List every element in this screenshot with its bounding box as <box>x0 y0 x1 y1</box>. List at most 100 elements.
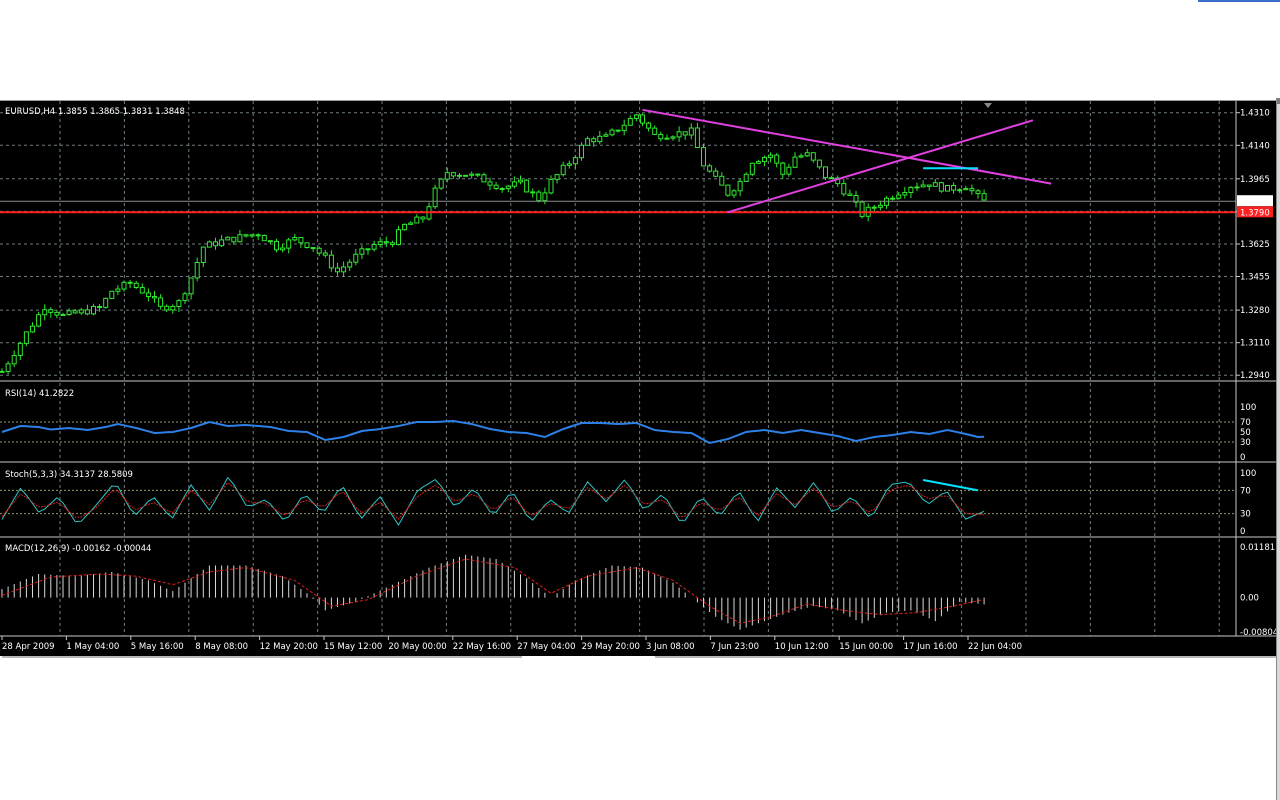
candle-body <box>768 154 774 158</box>
candle-body <box>438 178 444 189</box>
candle-body <box>109 290 115 299</box>
candle-body <box>200 246 206 264</box>
candle-body <box>707 165 713 172</box>
candle-body <box>261 235 267 242</box>
price-pane[interactable] <box>0 108 1236 375</box>
candle-body <box>786 166 792 175</box>
candle-body <box>170 306 176 311</box>
time-tick-label: 1 May 04:00 <box>66 642 119 652</box>
candle-body <box>859 201 865 217</box>
vertical-scrollbar[interactable] <box>1276 98 1280 800</box>
candle-body <box>572 157 578 165</box>
shift-marker-icon[interactable] <box>984 103 992 108</box>
candle-body <box>524 179 530 193</box>
candle-body <box>11 355 17 365</box>
candle-body <box>97 306 103 308</box>
candle-body <box>182 293 188 302</box>
chart-canvas[interactable]: 1.43101.41401.39651.37951.36251.34551.32… <box>0 101 1278 657</box>
price-overlays <box>0 108 1236 214</box>
candle-body <box>206 241 212 248</box>
stoch-tick-label: 70 <box>1240 486 1251 496</box>
price-tick-label: 1.4140 <box>1240 141 1270 151</box>
candle-body <box>798 155 804 158</box>
candle-body <box>91 306 96 315</box>
candle-body <box>664 137 670 140</box>
candle-body <box>42 309 48 316</box>
stoch-tick-label: 0 <box>1240 527 1245 537</box>
time-tick-label: 17 Jun 16:00 <box>904 642 958 652</box>
current-price-tag-text: 1.3848 <box>1240 197 1270 207</box>
window-title-strip <box>1198 0 1280 2</box>
candle-body <box>566 163 572 166</box>
candle-body <box>457 174 462 177</box>
price-tick-label: 1.3280 <box>1240 306 1270 316</box>
candle-body <box>579 144 584 159</box>
stoch-main-line <box>1 476 985 526</box>
candle-body <box>158 297 164 307</box>
price-tick-label: 1.3455 <box>1240 273 1270 283</box>
candle-body <box>145 292 151 297</box>
candle-body <box>938 182 944 192</box>
candle-body <box>286 239 292 249</box>
price-tick-label: 1.4310 <box>1240 109 1270 119</box>
candle-body <box>493 184 499 189</box>
candle-body <box>335 267 340 273</box>
price-tick-label: 1.2940 <box>1240 371 1270 381</box>
time-tick-label: 29 May 20:00 <box>582 642 640 652</box>
candle-body <box>688 127 694 136</box>
candle-body <box>902 192 908 196</box>
candle-body <box>237 234 243 243</box>
candle-body <box>792 156 798 168</box>
candle-body <box>945 185 950 192</box>
candle-body <box>243 234 249 237</box>
candle-body <box>560 164 566 176</box>
candle-body <box>444 172 450 180</box>
candle-body <box>511 181 517 187</box>
price-tick-label: 1.3965 <box>1240 175 1270 185</box>
candle-body <box>652 127 658 135</box>
candle-body <box>280 247 286 251</box>
candle-body <box>341 266 347 273</box>
candle-body <box>469 173 475 176</box>
macd-pane[interactable]: 0.01181 0.00 -0.00804 <box>1 543 1278 638</box>
candle-body <box>499 188 505 190</box>
candle-body <box>682 131 688 136</box>
candle-body <box>884 197 889 206</box>
status-strip <box>0 656 1276 660</box>
candle-body <box>292 237 298 241</box>
candle-body <box>737 180 743 192</box>
candle-body <box>78 309 84 314</box>
candle-body <box>121 281 127 290</box>
candle-body <box>719 175 725 186</box>
macd-tick-label: -0.00804 <box>1240 628 1276 638</box>
candle-body <box>743 173 749 182</box>
candle-body <box>115 288 121 292</box>
symbol-header: EURUSD,H4 1.3855 1.3865 1.3831 1.3848 <box>5 107 185 117</box>
candle-body <box>249 234 255 237</box>
candle-body <box>475 173 481 176</box>
candle-body <box>762 156 767 163</box>
candle-body <box>194 262 200 279</box>
candle-body <box>725 184 731 196</box>
candle-body <box>615 129 621 132</box>
candle-body <box>621 124 627 132</box>
candle-body <box>48 309 54 313</box>
candle-body <box>304 242 310 249</box>
candle-body <box>396 229 401 246</box>
candle-body <box>676 131 682 138</box>
candle-body <box>670 136 676 139</box>
time-tick-label: 22 Jun 04:00 <box>968 642 1022 652</box>
candle-body <box>749 162 755 175</box>
time-tick-label: 10 Jun 12:00 <box>775 642 829 652</box>
price-tick-label: 1.3625 <box>1240 240 1270 250</box>
candle-body <box>408 222 414 225</box>
candle-body <box>932 182 938 187</box>
candle-body <box>322 252 328 256</box>
candle-body <box>957 189 963 192</box>
candle-body <box>914 186 920 189</box>
macd-tick-label: 0.01181 <box>1240 543 1275 553</box>
candle-body <box>542 192 548 202</box>
chart-window[interactable]: 1.43101.41401.39651.37951.36251.34551.32… <box>0 100 1278 658</box>
candle-body <box>591 138 597 143</box>
candle-body <box>420 216 426 220</box>
